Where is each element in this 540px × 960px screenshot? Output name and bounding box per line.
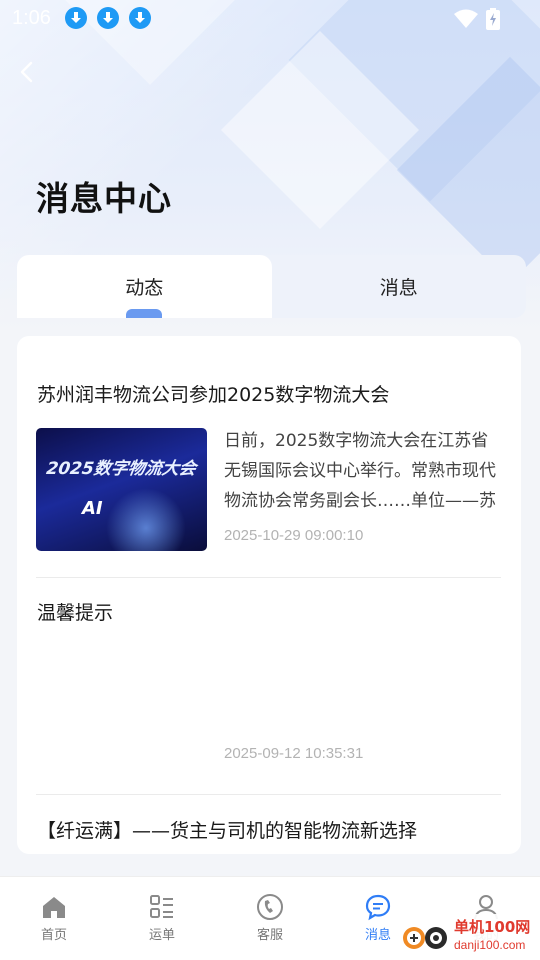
download-icon: [64, 7, 87, 29]
back-button[interactable]: [14, 58, 42, 86]
nav-label: 运单: [148, 928, 175, 943]
home-icon: [43, 897, 65, 918]
news-item-title[interactable]: 苏州润丰物流公司参加2025数字物流大会: [37, 380, 389, 407]
download-icon: [128, 7, 151, 29]
thumbnail-subcaption: AI: [82, 498, 103, 519]
tab-bar: 动态 消息: [17, 255, 526, 318]
notice-item-time: 2025-09-12 10:35:31: [224, 745, 364, 762]
news-thumbnail[interactable]: 2025数字物流大会 AI: [36, 428, 207, 551]
nav-label: 消息: [364, 928, 391, 943]
page-title: 消息中心: [36, 179, 172, 218]
chevron-left-icon: [20, 61, 33, 83]
list-icon: [150, 895, 173, 918]
wifi-icon: [454, 9, 478, 28]
nav-orders[interactable]: 运单: [108, 877, 216, 960]
status-indicators: [454, 8, 500, 30]
news-item-excerpt: 日前，2025数字物流大会在江苏省无锡国际会议中心举行。常熟市现代物流协会常务副…: [224, 431, 496, 511]
tab-label: 消息: [379, 277, 418, 299]
watermark-name: 单机100网: [454, 918, 531, 936]
watermark-logo-icon: [403, 927, 447, 949]
battery-icon: [486, 8, 500, 30]
nav-label: 首页: [40, 928, 67, 943]
thumbnail-glow: [106, 488, 186, 551]
nav-support[interactable]: 客服: [216, 877, 324, 960]
divider: [36, 794, 501, 795]
status-time: 1:06: [12, 6, 51, 29]
news-item-time: 2025-10-29 09:00:10: [224, 527, 364, 544]
watermark-url: danji100.com: [454, 938, 526, 952]
notice-item-title[interactable]: 温馨提示: [37, 598, 113, 625]
divider: [36, 577, 501, 578]
active-tab-indicator: [126, 309, 163, 318]
phone-icon: [257, 894, 283, 920]
tab-label: 动态: [125, 277, 164, 299]
download-icon: [96, 7, 119, 29]
tab-updates[interactable]: 动态: [17, 255, 272, 318]
thumbnail-caption: 2025数字物流大会: [45, 459, 198, 479]
chat-icon: [365, 894, 391, 921]
nav-home[interactable]: 首页: [0, 877, 108, 960]
watermark: 单机100网 danji100.com: [398, 914, 538, 958]
feed-card: 苏州润丰物流公司参加2025数字物流大会 2025数字物流大会 AI 日前，20…: [17, 336, 521, 854]
status-bar: 1:06: [0, 0, 540, 36]
tab-messages[interactable]: 消息: [272, 255, 527, 318]
nav-label: 客服: [256, 928, 283, 943]
promo-item-title[interactable]: 【纤运满】——货主与司机的智能物流新选择: [37, 816, 417, 843]
